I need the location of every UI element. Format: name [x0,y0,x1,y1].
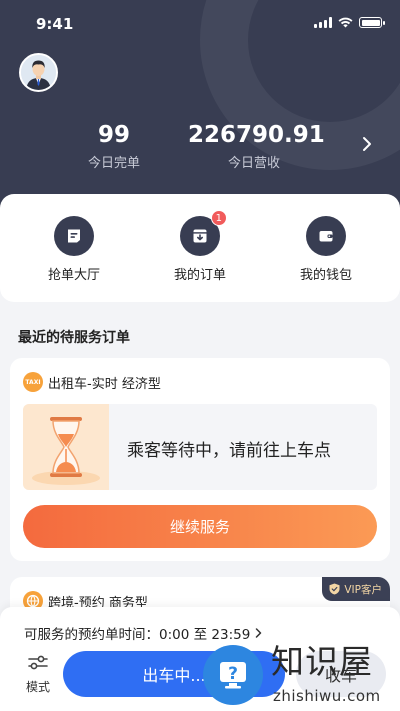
stat-value: 226790.91 [188,122,325,148]
bottom-action-panel: 可服务的预约单时间：0:00 至 23:59 模式 出车中... 收车 [0,607,400,711]
continue-service-button[interactable]: 继续服务 [23,505,377,548]
schedule-info[interactable]: 可服务的预约单时间：0:00 至 23:59 [24,623,263,643]
signal-icon [314,17,332,28]
avatar[interactable] [19,53,58,92]
quick-action-wallet[interactable]: 我的钱包 [276,216,376,283]
wallet-icon [306,216,346,256]
quick-actions-card: 抢单大厅 1 我的订单 我的钱包 [0,194,400,302]
waiting-status-box: 乘客等待中，请前往上车点 [23,404,377,490]
header-panel: 9:41 99 今日完单 226790.91 今日营收 [0,0,400,215]
quick-action-my-orders[interactable]: 1 我的订单 [150,210,250,283]
stat-value: 99 [97,122,130,148]
stat-completed-orders: 99 今日完单 [74,121,154,171]
notification-badge: 1 [210,210,227,226]
stat-revenue: 226790.91 今日营收 [188,121,325,171]
on-duty-button[interactable]: 出车中... [63,651,285,697]
stat-label: 今日营收 [227,156,280,171]
quick-action-label: 我的订单 [173,268,226,283]
quick-action-order-hall[interactable]: 抢单大厅 [24,216,124,283]
vip-shield-icon [329,583,340,595]
off-duty-button[interactable]: 收车 [296,651,386,697]
quick-action-label: 抢单大厅 [47,268,100,283]
order-card[interactable]: TAXI 出租车-实时 经济型 乘客等待中，请前往上车点 继续服务 [10,358,390,561]
hall-icon [54,216,94,256]
status-bar: 9:41 [0,0,400,46]
mode-label: 模式 [25,680,50,694]
order-header: TAXI 出租车-实时 经济型 [23,372,161,392]
battery-icon [359,17,385,28]
vip-label: VIP客户 [344,583,382,596]
waiting-message: 乘客等待中，请前往上车点 [127,441,331,461]
chevron-right-icon[interactable] [360,136,374,152]
chevron-right-icon [256,628,262,638]
mode-button[interactable]: 模式 [22,654,54,695]
vip-badge: VIP客户 [322,577,390,601]
taxi-icon: TAXI [23,372,43,392]
stat-label: 今日完单 [87,156,140,171]
wifi-icon [338,17,353,28]
quick-action-label: 我的钱包 [299,268,352,283]
order-icon: 1 [180,210,227,256]
schedule-text: 可服务的预约单时间：0:00 至 23:59 [24,627,251,643]
section-title: 最近的待服务订单 [18,330,130,346]
status-icons [314,17,385,28]
hourglass-icon [23,404,109,490]
order-type: 出租车-实时 经济型 [48,376,161,392]
status-time: 9:41 [36,15,74,33]
sliders-icon [28,655,48,670]
